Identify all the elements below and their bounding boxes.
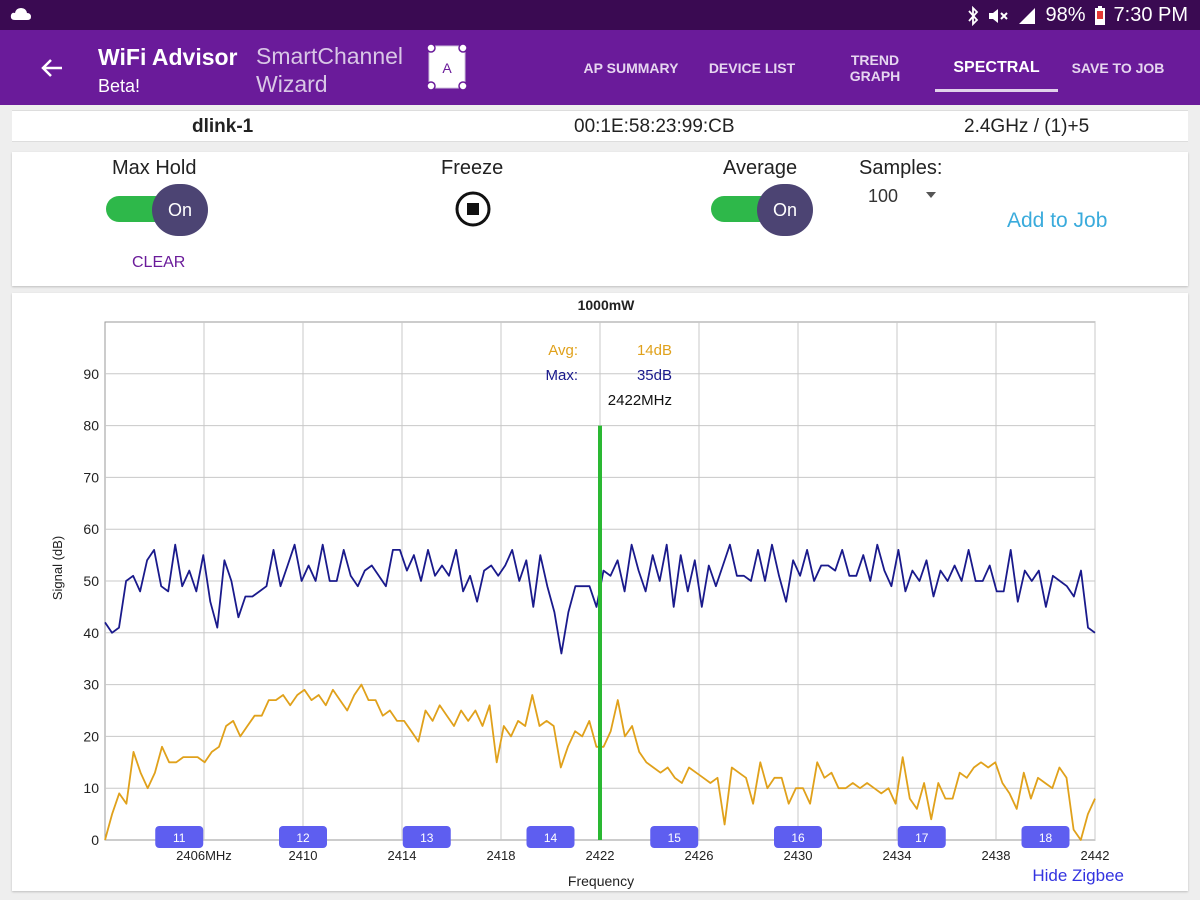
y-axis-label: Signal (dB) [50, 536, 65, 600]
mac-address: 00:1E:58:23:99:CB [574, 116, 735, 137]
max-label: Max: [545, 367, 578, 384]
y-tick-label: 20 [83, 728, 99, 744]
x-tick-label: 2422 [586, 848, 615, 863]
x-tick-label: 2430 [784, 848, 813, 863]
battery-icon [1094, 5, 1105, 25]
bluetooth-icon [968, 5, 979, 26]
y-tick-label: 10 [83, 780, 99, 796]
chart-title: 1000mW [578, 297, 636, 313]
zigbee-channel-label: 16 [791, 831, 805, 845]
max-hold-label: Max Hold [112, 157, 197, 179]
tab-trend-graph[interactable]: TREND GRAPH [830, 30, 920, 105]
router-icon[interactable]: A [425, 42, 469, 92]
x-tick-label: 2410 [289, 848, 318, 863]
x-tick-label: 2406MHz [176, 848, 232, 863]
y-tick-label: 90 [83, 366, 99, 382]
zigbee-channel-label: 11 [173, 831, 186, 845]
clock: 7:30 PM [1113, 4, 1188, 26]
avg-label: Avg: [548, 342, 578, 359]
y-tick-label: 50 [83, 573, 99, 589]
x-tick-label: 2434 [883, 848, 912, 863]
tab-label: AP SUMMARY [583, 59, 679, 76]
x-tick-label: 2426 [685, 848, 714, 863]
tab-device-list[interactable]: DEVICE LIST [697, 30, 807, 105]
x-tick-label: 2418 [487, 848, 516, 863]
tab-spectral[interactable]: SPECTRAL [935, 30, 1058, 105]
dropdown-caret-icon[interactable] [926, 192, 936, 198]
back-arrow-icon[interactable] [38, 54, 66, 82]
tab-ap-summary[interactable]: AP SUMMARY [574, 30, 688, 105]
smartchannel-wizard-link[interactable]: SmartChannel Wizard [256, 42, 403, 98]
x-tick-label: 2438 [982, 848, 1011, 863]
y-tick-label: 0 [91, 832, 99, 848]
cloud-icon [10, 8, 31, 20]
avg-value: 14dB [637, 342, 672, 359]
network-info-bar: dlink-1 00:1E:58:23:99:CB 2.4GHz / (1)+5 [12, 110, 1188, 142]
wizard-line2: Wizard [256, 71, 328, 97]
y-tick-label: 30 [83, 677, 99, 693]
router-icon-letter: A [442, 60, 452, 76]
tab-label-line2: GRAPH [849, 67, 901, 84]
stop-icon[interactable] [455, 191, 491, 227]
band-channel: 2.4GHz / (1)+5 [964, 116, 1090, 137]
clear-button[interactable]: CLEAR [132, 254, 185, 272]
tab-label-line1: TREND [850, 51, 900, 68]
y-tick-label: 80 [83, 418, 99, 434]
spectral-chart-panel: 1000mW 0 10 20 30 40 50 60 70 80 90 2406MHz 2410 24… [12, 293, 1188, 891]
app-subtitle: Beta! [98, 76, 141, 96]
signal-icon [1019, 7, 1036, 24]
x-axis-label: Frequency [568, 873, 634, 889]
freeze-label: Freeze [441, 157, 504, 179]
zigbee-channel-label: 15 [668, 831, 682, 845]
y-tick-label: 70 [83, 469, 99, 485]
tab-label: SPECTRAL [953, 58, 1040, 76]
y-tick-label: 60 [83, 521, 99, 537]
tab-label: DEVICE LIST [708, 59, 796, 76]
zigbee-channel-label: 18 [1039, 831, 1053, 845]
max-hold-toggle[interactable]: On [106, 184, 210, 236]
x-tick-label: 2414 [388, 848, 417, 863]
hide-zigbee-button[interactable]: Hide Zigbee [1032, 866, 1124, 885]
x-tick-label: 2442 [1081, 848, 1110, 863]
mute-icon [989, 8, 1009, 23]
marker-frequency: 2422MHz [608, 392, 672, 409]
status-icons: 98% 7:30 PM [967, 4, 1188, 27]
wizard-line1: SmartChannel [256, 43, 404, 69]
zigbee-channel-label: 14 [544, 831, 558, 845]
zigbee-channel-label: 13 [420, 831, 434, 845]
controls-panel: Max Hold On CLEAR Freeze Average On Samp… [12, 152, 1188, 286]
max-value: 35dB [637, 367, 672, 384]
average-toggle[interactable]: On [711, 184, 815, 236]
samples-label: Samples: [859, 157, 943, 179]
toggle-knob: On [757, 184, 813, 236]
status-bar: 98% 7:30 PM [0, 0, 1200, 30]
app-title: WiFi Advisor [98, 44, 238, 70]
tab-save-to-job[interactable]: SAVE TO JOB [1066, 30, 1170, 105]
average-label: Average [723, 157, 798, 179]
samples-select[interactable]: 100 [868, 186, 898, 207]
zigbee-channel-label: 12 [296, 831, 310, 845]
app-bar: WiFi Advisor Beta! SmartChannel Wizard A… [0, 30, 1200, 105]
active-tab-indicator [935, 89, 1058, 92]
spectral-chart: 1000mW 0 10 20 30 40 50 60 70 80 90 2406MHz 2410 24… [50, 297, 1124, 889]
add-to-job-button[interactable]: Add to Job [1007, 209, 1107, 233]
zigbee-channel-label: 17 [915, 831, 929, 845]
y-tick-label: 40 [83, 625, 99, 641]
ssid: dlink-1 [192, 116, 254, 137]
tab-label: SAVE TO JOB [1071, 59, 1165, 76]
toggle-knob: On [152, 184, 208, 236]
battery-percent: 98% [1045, 4, 1086, 26]
